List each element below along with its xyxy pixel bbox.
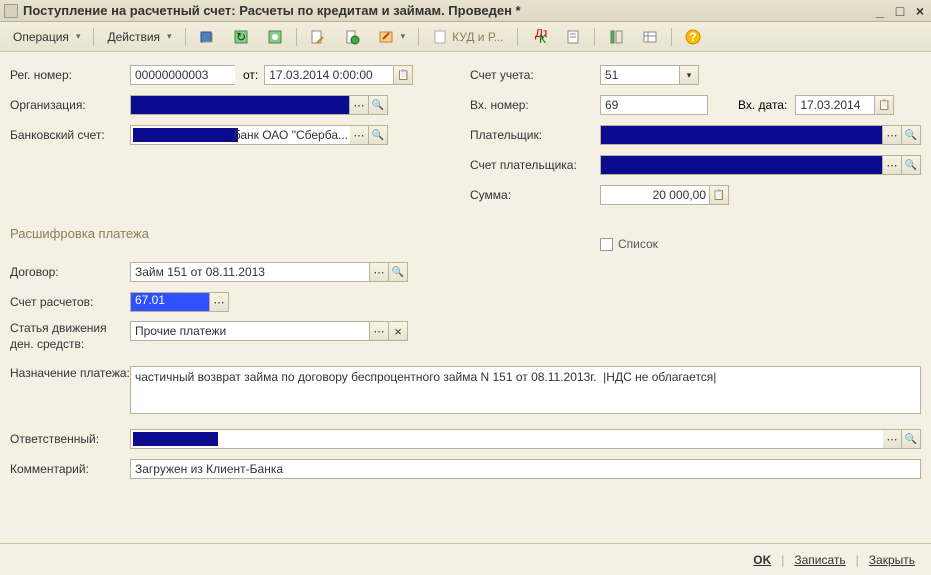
- sum-label: Сумма:: [470, 188, 600, 202]
- operation-menu[interactable]: Операция: [6, 26, 87, 48]
- maximize-button[interactable]: □: [893, 4, 907, 18]
- actions-menu[interactable]: Действия: [100, 26, 178, 48]
- tb-dtkt-icon[interactable]: ДтКт: [524, 26, 554, 48]
- payer-search-icon[interactable]: [901, 125, 921, 145]
- minimize-button[interactable]: _: [873, 4, 887, 18]
- org-input[interactable]: [130, 95, 350, 115]
- sum-calc-icon[interactable]: [709, 185, 729, 205]
- responsible-search-icon[interactable]: [901, 429, 921, 449]
- from-label: от:: [243, 68, 258, 82]
- tb-icon-2[interactable]: ↻: [226, 26, 256, 48]
- tb-icon-3[interactable]: [260, 26, 290, 48]
- kudir-button[interactable]: КУД и Р...: [425, 26, 510, 48]
- tb-icon-8[interactable]: [601, 26, 631, 48]
- in-no-input[interactable]: [600, 95, 708, 115]
- purpose-textarea[interactable]: [130, 366, 921, 414]
- org-label: Организация:: [10, 98, 130, 112]
- in-date-label: Вх. дата:: [738, 98, 787, 112]
- cashflow-select-icon[interactable]: [369, 321, 389, 341]
- settle-select-icon[interactable]: [209, 292, 229, 312]
- form-content: Рег. номер: от: Счет учета: Организация:: [0, 52, 931, 543]
- settle-input[interactable]: 67.01: [130, 292, 210, 312]
- account-input[interactable]: [600, 65, 680, 85]
- cashflow-label: Статья движения ден. средств:: [10, 321, 130, 352]
- svg-text:?: ?: [689, 30, 696, 44]
- comment-label: Комментарий:: [10, 462, 130, 476]
- ok-button[interactable]: OK: [747, 553, 777, 567]
- payer-acc-select-icon[interactable]: [882, 155, 902, 175]
- bank-select-icon[interactable]: [349, 125, 369, 145]
- window-title: Поступление на расчетный счет: Расчеты п…: [23, 3, 873, 18]
- tb-icon-6[interactable]: [371, 26, 413, 48]
- payer-label: Плательщик:: [470, 128, 600, 142]
- account-dropdown-icon[interactable]: [679, 65, 699, 85]
- contract-search-icon[interactable]: [388, 262, 408, 282]
- org-select-icon[interactable]: [349, 95, 369, 115]
- tb-icon-9[interactable]: [635, 26, 665, 48]
- close-window-button[interactable]: ×: [913, 4, 927, 18]
- tb-icon-5[interactable]: [337, 26, 367, 48]
- titlebar: Поступление на расчетный счет: Расчеты п…: [0, 0, 931, 22]
- cashflow-input[interactable]: [130, 321, 370, 341]
- write-button[interactable]: Записать: [788, 553, 851, 567]
- sum-input[interactable]: [600, 185, 710, 205]
- bank-search-icon[interactable]: [368, 125, 388, 145]
- help-icon[interactable]: ?: [678, 26, 708, 48]
- in-date-input[interactable]: [795, 95, 875, 115]
- list-label: Список: [618, 237, 658, 251]
- purpose-label: Назначение платежа:: [10, 366, 130, 382]
- payer-select-icon[interactable]: [882, 125, 902, 145]
- contract-select-icon[interactable]: [369, 262, 389, 282]
- window-icon: [4, 4, 18, 18]
- contract-label: Договор:: [10, 265, 130, 279]
- svg-text:Кт: Кт: [539, 32, 547, 45]
- tb-icon-4[interactable]: [303, 26, 333, 48]
- reg-number-input[interactable]: [130, 65, 235, 85]
- in-date-picker-icon[interactable]: [874, 95, 894, 115]
- tb-icon-7[interactable]: [558, 26, 588, 48]
- from-date-picker-icon[interactable]: [393, 65, 413, 85]
- responsible-select-icon[interactable]: [882, 429, 902, 449]
- bank-label: Банковский счет:: [10, 128, 130, 142]
- org-search-icon[interactable]: [368, 95, 388, 115]
- payer-acc-search-icon[interactable]: [901, 155, 921, 175]
- in-no-label: Вх. номер:: [470, 98, 600, 112]
- tb-icon-1[interactable]: [192, 26, 222, 48]
- account-label: Счет учета:: [470, 68, 600, 82]
- list-checkbox[interactable]: [600, 238, 613, 251]
- responsible-label: Ответственный:: [10, 432, 130, 446]
- section-title: Расшифровка платежа: [10, 226, 149, 241]
- cashflow-clear-icon[interactable]: [388, 321, 408, 341]
- reg-number-label: Рег. номер:: [10, 68, 130, 82]
- footer: OK | Записать | Закрыть: [0, 543, 931, 575]
- settle-label: Счет расчетов:: [10, 295, 130, 309]
- svg-text:↻: ↻: [236, 30, 246, 44]
- payer-acc-label: Счет плательщика:: [470, 158, 600, 172]
- close-button[interactable]: Закрыть: [863, 553, 921, 567]
- bank-input[interactable]: банк ОАО "Сберба...: [130, 125, 350, 145]
- payer-input[interactable]: [600, 125, 883, 145]
- contract-input[interactable]: [130, 262, 370, 282]
- comment-input[interactable]: [130, 459, 921, 479]
- from-date-input[interactable]: [264, 65, 394, 85]
- payer-acc-input[interactable]: [600, 155, 883, 175]
- responsible-input[interactable]: [130, 429, 883, 449]
- toolbar: Операция Действия ↻ КУД и Р... ДтКт ?: [0, 22, 931, 52]
